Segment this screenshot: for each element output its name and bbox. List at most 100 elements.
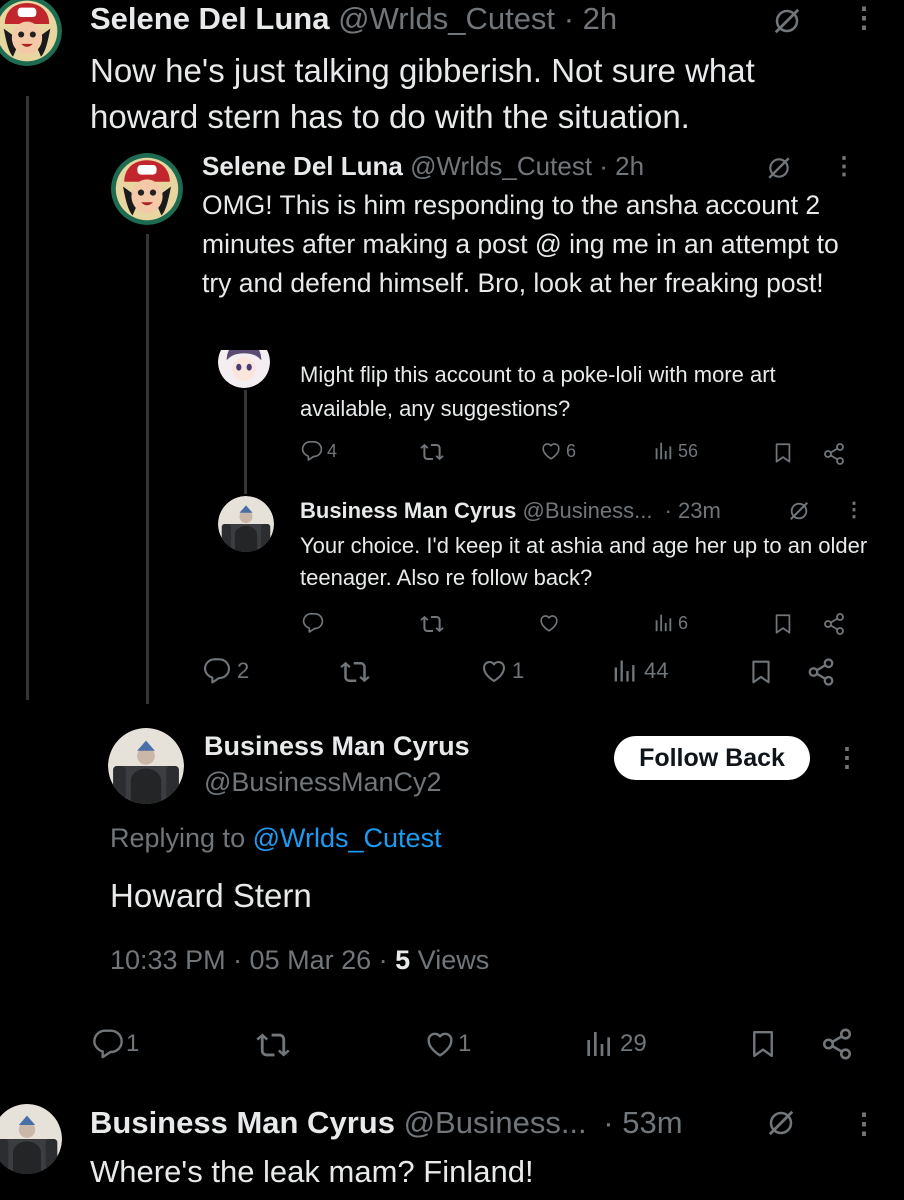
more-icon[interactable]: ⋮ xyxy=(850,4,878,32)
grok-icon[interactable] xyxy=(772,6,802,36)
thread-line-quoted xyxy=(146,234,149,704)
bookmark-icon[interactable] xyxy=(772,612,794,636)
more-icon[interactable]: ⋮ xyxy=(850,1110,878,1138)
grok-icon[interactable] xyxy=(788,500,810,522)
share-icon[interactable] xyxy=(822,612,846,636)
like-button[interactable]: 1 xyxy=(480,657,524,685)
reply-icon xyxy=(301,440,323,462)
avatar-cyrus[interactable] xyxy=(0,1104,62,1174)
top-tweet-header: Selene Del Luna @Wrlds_Cutest · 2h xyxy=(90,0,617,38)
author-handle[interactable]: @BusinessManCy2 xyxy=(204,764,442,800)
views-icon xyxy=(652,440,674,462)
views-button[interactable]: 44 xyxy=(610,657,668,685)
views-count: 29 xyxy=(620,1030,647,1057)
inner-post-2-text: Your choice. I'd keep it at ashia and ag… xyxy=(300,533,868,590)
views-count: 44 xyxy=(644,658,669,683)
reply-button[interactable] xyxy=(302,612,324,634)
more-icon[interactable]: ⋮ xyxy=(832,155,856,179)
views-label: Views xyxy=(417,945,490,975)
follow-back-button[interactable]: Follow Back xyxy=(614,736,810,780)
reply-button[interactable]: 4 xyxy=(301,440,337,462)
post-time[interactable]: · 23m xyxy=(665,498,721,523)
like-button[interactable] xyxy=(538,612,560,634)
views-button[interactable]: 6 xyxy=(652,612,688,634)
thread-line-inner xyxy=(244,390,247,494)
post-timestamp: 10:33 PM · 05 Mar 26 · 5 Views xyxy=(110,942,489,978)
main-tweet-text: Howard Stern xyxy=(110,877,312,914)
reply-count: 2 xyxy=(237,658,250,683)
replying-prefix: Replying to xyxy=(110,823,246,853)
avatar-selene[interactable] xyxy=(111,153,183,225)
share-icon[interactable] xyxy=(822,442,846,466)
views-count: 6 xyxy=(678,612,689,633)
inner-post-2-header: Business Man Cyrus @Business... · 23m xyxy=(300,496,721,526)
bookmark-icon[interactable] xyxy=(772,441,794,465)
inner-post-1-text: Might flip this account to a poke-loli w… xyxy=(300,362,776,421)
repost-icon xyxy=(340,657,370,687)
author-name[interactable]: Selene Del Luna xyxy=(202,151,403,181)
top-tweet-text: Now he's just talking gibberish. Not sur… xyxy=(90,52,755,135)
like-icon xyxy=(538,612,560,634)
post-time[interactable]: · 53m xyxy=(603,1105,682,1140)
views-icon xyxy=(610,657,638,685)
bottom-tweet-header: Business Man Cyrus @Business... · 53m xyxy=(90,1104,683,1142)
views-button[interactable]: 29 xyxy=(582,1028,647,1060)
avatar-anime[interactable] xyxy=(218,336,270,388)
reply-icon xyxy=(203,657,231,685)
like-icon xyxy=(540,440,562,462)
like-button[interactable]: 1 xyxy=(424,1028,471,1060)
more-icon[interactable]: ⋮ xyxy=(834,744,860,770)
bookmark-icon[interactable] xyxy=(748,1027,778,1061)
repost-icon xyxy=(256,1028,290,1062)
share-icon[interactable] xyxy=(820,1027,854,1061)
post-time[interactable]: · 2h xyxy=(599,151,644,181)
reply-icon xyxy=(92,1028,124,1060)
like-icon xyxy=(424,1028,456,1060)
replying-to: Replying to @Wrlds_Cutest xyxy=(110,820,442,856)
thread-line-top xyxy=(26,96,29,700)
author-handle[interactable]: @Business... xyxy=(523,498,653,523)
views-button[interactable]: 56 xyxy=(652,440,698,462)
author-handle[interactable]: @Wrlds_Cutest xyxy=(410,151,592,181)
avatar-cyrus[interactable] xyxy=(218,496,274,552)
more-icon[interactable]: ⋮ xyxy=(844,500,864,520)
quoted-tweet-text: OMG! This is him responding to the ansha… xyxy=(202,190,839,298)
repost-icon xyxy=(420,612,444,636)
reply-count: 4 xyxy=(327,440,338,461)
views-count: 56 xyxy=(678,440,699,461)
like-icon xyxy=(480,657,508,685)
author-handle[interactable]: @Business... xyxy=(404,1105,587,1140)
bookmark-icon[interactable] xyxy=(748,657,774,687)
grok-icon[interactable] xyxy=(766,155,792,181)
repost-button[interactable] xyxy=(340,657,370,687)
reply-button[interactable]: 1 xyxy=(92,1028,139,1060)
timestamp-text[interactable]: 10:33 PM · 05 Mar 26 · xyxy=(110,945,395,975)
repost-button[interactable] xyxy=(256,1028,290,1062)
repost-icon xyxy=(420,440,444,464)
repost-button[interactable] xyxy=(420,612,444,636)
avatar-selene[interactable] xyxy=(0,0,62,66)
grok-icon[interactable] xyxy=(766,1108,796,1138)
views-icon xyxy=(652,612,674,634)
avatar-cyrus[interactable] xyxy=(108,728,184,804)
bottom-tweet-text: Where's the leak mam? Finland! xyxy=(90,1154,534,1189)
quoted-tweet-header: Selene Del Luna @Wrlds_Cutest · 2h xyxy=(202,148,644,184)
replying-handle-link[interactable]: @Wrlds_Cutest xyxy=(253,823,442,853)
reply-button[interactable]: 2 xyxy=(203,657,249,685)
views-icon xyxy=(582,1028,614,1060)
author-name[interactable]: Business Man Cyrus xyxy=(204,728,470,764)
like-count: 6 xyxy=(566,440,577,461)
like-count: 1 xyxy=(458,1030,472,1057)
author-handle[interactable]: @Wrlds_Cutest xyxy=(338,1,555,36)
author-name[interactable]: Business Man Cyrus xyxy=(90,1105,395,1140)
share-icon[interactable] xyxy=(806,657,836,687)
author-name[interactable]: Selene Del Luna xyxy=(90,1,329,36)
views-total: 5 xyxy=(395,945,411,975)
reply-icon xyxy=(302,612,324,634)
like-count: 1 xyxy=(512,658,525,683)
post-time[interactable]: · 2h xyxy=(564,1,617,36)
reply-count: 1 xyxy=(126,1030,140,1057)
repost-button[interactable] xyxy=(420,440,444,464)
author-name[interactable]: Business Man Cyrus xyxy=(300,498,516,523)
like-button[interactable]: 6 xyxy=(540,440,576,462)
